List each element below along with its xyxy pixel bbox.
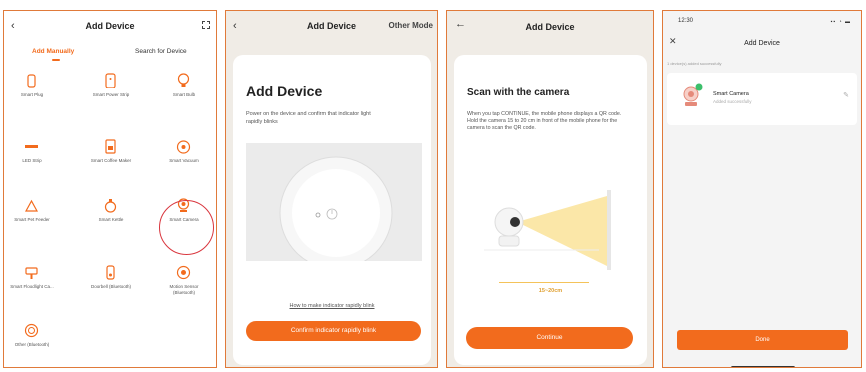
continue-button[interactable]: Continue bbox=[466, 327, 633, 349]
device-item[interactable]: Motion Sensor (Bluetooth) bbox=[158, 265, 210, 305]
device-label: Smart Floodlight Ca... bbox=[10, 284, 54, 289]
status-bar-time: 12:30 bbox=[678, 18, 694, 24]
kettle-icon bbox=[103, 198, 118, 218]
device-label: Smart Power Strip bbox=[92, 92, 130, 97]
device-item[interactable]: Smart Coffee Maker bbox=[85, 139, 137, 179]
distance-label: 15~20cm bbox=[535, 288, 566, 294]
device-item[interactable]: Smart Pet Feeder bbox=[6, 198, 58, 238]
page-title: Add Device bbox=[85, 21, 135, 31]
camera-scan-illustration bbox=[484, 190, 611, 270]
heading: Scan with the camera bbox=[467, 87, 570, 98]
confirm-button[interactable]: Confirm indicator rapidly blink bbox=[246, 321, 421, 341]
coffee-maker-icon bbox=[103, 139, 118, 159]
device-added-screen: 12:30 ▪▪ ◔ ▬ ✕ Add Device 1 device(s) ad… bbox=[662, 10, 862, 368]
device-category-screen: ‹ Add Device Add Manually Search for Dev… bbox=[3, 10, 217, 368]
added-count-text: 1 device(s) added successfully bbox=[667, 61, 722, 66]
device-item[interactable]: Other (Bluetooth) bbox=[6, 323, 58, 363]
device-label: Smart Kettle bbox=[98, 217, 124, 222]
tab-indicator bbox=[52, 59, 60, 61]
doorbell-icon bbox=[103, 265, 118, 285]
device-item[interactable]: Smart Bulb bbox=[158, 73, 210, 113]
content-card: Add Device Power on the device and confi… bbox=[233, 55, 431, 365]
status-bar-icons: ▪▪ ◔ ▬ bbox=[830, 19, 851, 25]
tab-add-manually[interactable]: Add Manually bbox=[32, 48, 74, 55]
floodlight-icon bbox=[24, 265, 39, 285]
highlight-circle bbox=[159, 200, 214, 255]
device-item[interactable]: Smart Kettle bbox=[85, 198, 137, 238]
content-card: Scan with the camera When you tap CONTIN… bbox=[454, 55, 647, 365]
device-name: Smart Camera bbox=[713, 91, 749, 97]
tab-search-for-device[interactable]: Search for Device bbox=[135, 48, 187, 55]
led-strip-icon bbox=[24, 139, 39, 159]
bulb-icon bbox=[176, 73, 191, 93]
device-label: Smart Plug bbox=[20, 92, 44, 97]
device-label: Smart Coffee Maker bbox=[90, 158, 132, 163]
device-item[interactable]: Smart Floodlight Ca... bbox=[6, 265, 58, 305]
device-item[interactable]: Smart Power Strip bbox=[85, 73, 137, 113]
device-illustration bbox=[246, 143, 422, 261]
phone-icon bbox=[607, 190, 611, 270]
header: ← Add Device bbox=[447, 11, 653, 45]
home-indicator bbox=[731, 366, 795, 367]
instruction-text: Power on the device and confirm that ind… bbox=[246, 111, 371, 125]
success-check-icon bbox=[695, 83, 703, 91]
device-item[interactable]: Smart Vacuum bbox=[158, 139, 210, 179]
scan-icon[interactable] bbox=[202, 21, 210, 29]
device-label: Smart Bulb bbox=[172, 92, 196, 97]
header: ‹ Add Device Other Mode bbox=[226, 11, 437, 45]
help-link[interactable]: How to make indicator rapidly blink bbox=[233, 303, 431, 309]
device-label: Smart Pet Feeder bbox=[14, 217, 50, 222]
vacuum-icon bbox=[176, 139, 191, 159]
bluetooth-device-icon bbox=[24, 323, 39, 343]
device-card[interactable]: Smart Camera Added successfully ✎ bbox=[667, 73, 857, 125]
device-status: Added successfully bbox=[713, 99, 752, 104]
motion-sensor-icon bbox=[176, 265, 191, 285]
heading: Add Device bbox=[246, 83, 323, 99]
header: ‹ Add Device bbox=[4, 11, 216, 45]
device-item[interactable]: Smart Plug bbox=[6, 73, 58, 113]
device-label: Other (Bluetooth) bbox=[14, 342, 50, 347]
other-mode-link[interactable]: Other Mode bbox=[389, 21, 433, 30]
device-item[interactable]: LED Strip bbox=[6, 139, 58, 179]
camera-icon bbox=[683, 83, 703, 106]
page-title: Add Device bbox=[525, 22, 575, 32]
device-label: Motion Sensor (Bluetooth) bbox=[169, 284, 199, 295]
page-title: Add Device bbox=[744, 40, 780, 47]
device-label: Smart Vacuum bbox=[169, 158, 199, 163]
add-device-confirm-screen: ‹ Add Device Other Mode Add Device Power… bbox=[225, 10, 438, 368]
device-label: LED Strip bbox=[22, 158, 42, 163]
device-label: Doorbell (Bluetooth) bbox=[90, 284, 132, 289]
plug-icon bbox=[24, 73, 39, 93]
edit-icon[interactable]: ✎ bbox=[843, 91, 849, 99]
pet-feeder-icon bbox=[24, 198, 39, 218]
device-item[interactable]: Doorbell (Bluetooth) bbox=[85, 265, 137, 305]
camera-indicator-illustration bbox=[279, 156, 393, 261]
power-strip-icon bbox=[103, 73, 118, 93]
done-button[interactable]: Done bbox=[677, 330, 848, 350]
scan-camera-screen: ← Add Device Scan with the camera When y… bbox=[446, 10, 654, 368]
instruction-text: When you tap CONTINUE, the mobile phone … bbox=[467, 111, 622, 131]
